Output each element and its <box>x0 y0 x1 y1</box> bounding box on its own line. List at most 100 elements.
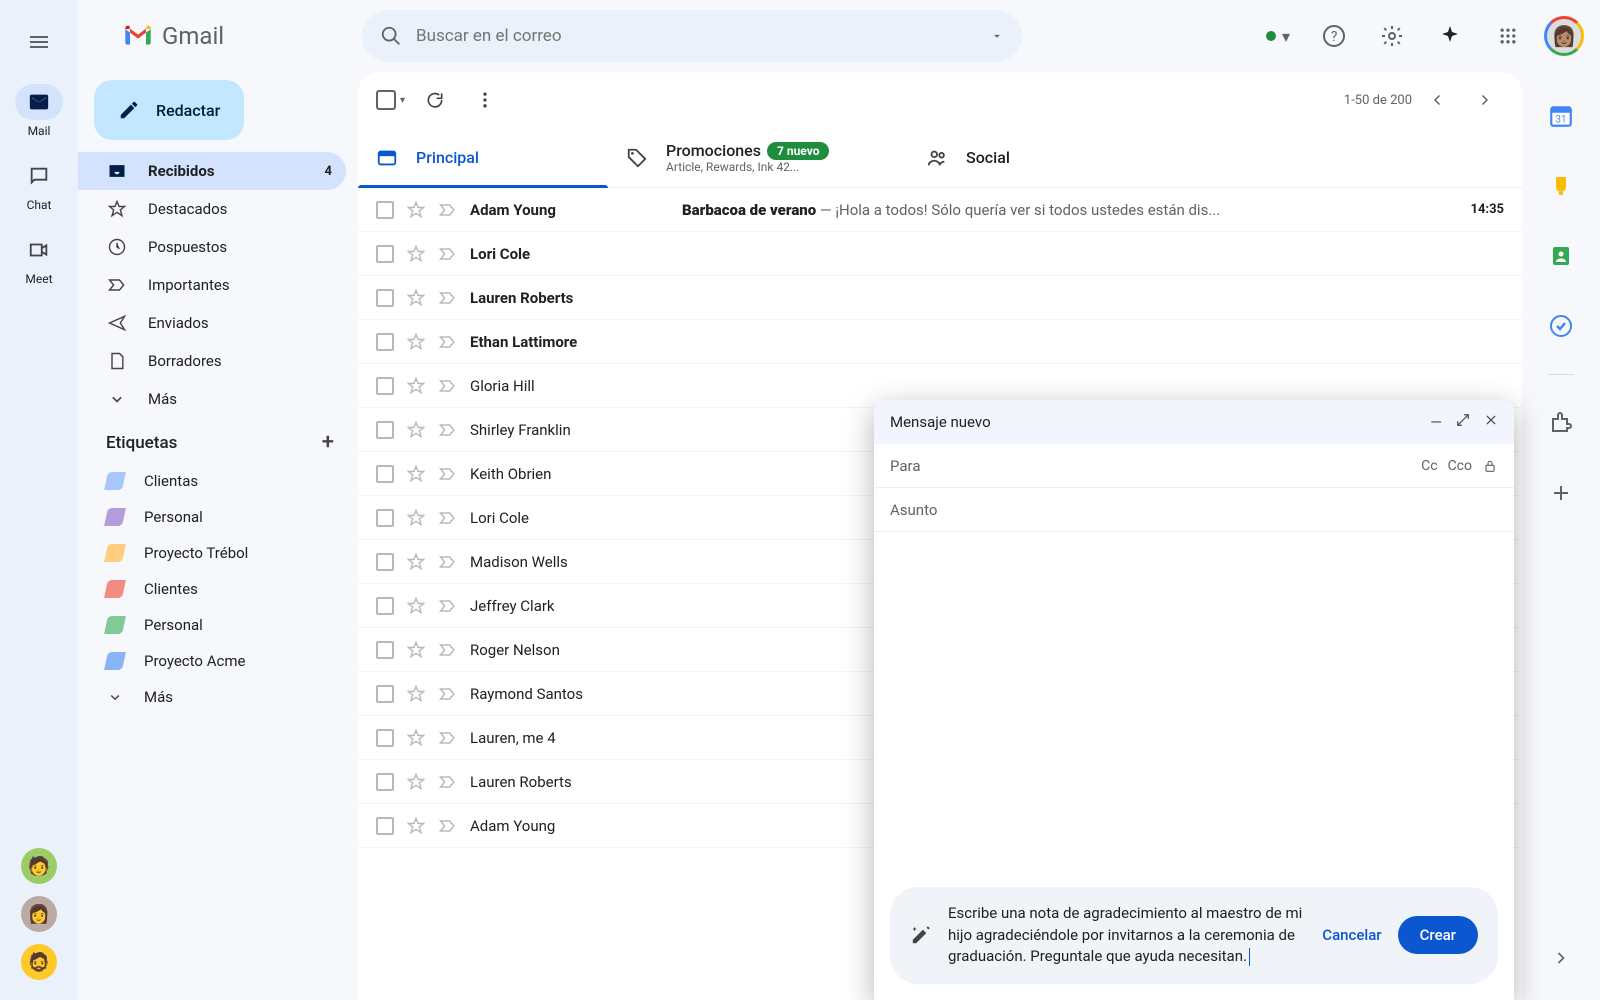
email-row[interactable]: Ethan Lattimore <box>358 320 1522 364</box>
row-checkbox[interactable] <box>376 377 394 395</box>
row-checkbox[interactable] <box>376 553 394 571</box>
minimize-button[interactable]: — <box>1430 413 1442 431</box>
nav-snoozed[interactable]: Pospuestos <box>78 228 346 266</box>
importance-marker[interactable] <box>438 288 458 308</box>
importance-marker[interactable] <box>438 332 458 352</box>
nav-more[interactable]: Más <box>78 380 346 418</box>
email-row[interactable]: Lori Cole <box>358 232 1522 276</box>
row-checkbox[interactable] <box>376 201 394 219</box>
status-indicator[interactable]: ▾ <box>1258 21 1298 52</box>
more-button[interactable] <box>465 80 505 120</box>
star-button[interactable] <box>406 640 426 660</box>
tab-promotions[interactable]: Promociones7 nuevo Article, Rewards, Ink… <box>608 128 908 187</box>
to-field[interactable]: Para Cc Cco <box>874 444 1514 488</box>
search-bar[interactable] <box>362 10 1022 62</box>
importance-marker[interactable] <box>438 420 458 440</box>
row-checkbox[interactable] <box>376 597 394 615</box>
label-item[interactable]: Personal <box>78 499 358 535</box>
compose-button[interactable]: Redactar <box>94 80 244 140</box>
row-checkbox[interactable] <box>376 509 394 527</box>
calendar-button[interactable]: 31 <box>1539 94 1583 138</box>
chat-avatar-3[interactable]: 🧔 <box>21 944 57 980</box>
importance-marker[interactable] <box>438 816 458 836</box>
next-page-button[interactable] <box>1464 80 1504 120</box>
chat-avatar-1[interactable]: 🧑 <box>21 848 57 884</box>
star-button[interactable] <box>406 728 426 748</box>
tasks-button[interactable] <box>1539 304 1583 348</box>
email-row[interactable]: Lauren Roberts <box>358 276 1522 320</box>
row-checkbox[interactable] <box>376 465 394 483</box>
compose-body[interactable] <box>874 532 1514 887</box>
importance-marker[interactable] <box>438 244 458 264</box>
importance-marker[interactable] <box>438 464 458 484</box>
star-button[interactable] <box>406 420 426 440</box>
star-button[interactable] <box>406 244 426 264</box>
nav-important[interactable]: Importantes <box>78 266 346 304</box>
row-checkbox[interactable] <box>376 421 394 439</box>
rail-meet[interactable]: Meet <box>15 232 63 286</box>
label-item[interactable]: Proyecto Acme <box>78 643 358 679</box>
row-checkbox[interactable] <box>376 773 394 791</box>
sparkle-button[interactable] <box>1428 14 1472 58</box>
tab-social[interactable]: Social <box>908 128 1158 187</box>
contacts-button[interactable] <box>1539 234 1583 278</box>
row-checkbox[interactable] <box>376 333 394 351</box>
row-checkbox[interactable] <box>376 729 394 747</box>
keep-button[interactable] <box>1539 164 1583 208</box>
row-checkbox[interactable] <box>376 817 394 835</box>
bcc-button[interactable]: Cco <box>1448 458 1472 474</box>
suggest-cancel-button[interactable]: Cancelar <box>1322 926 1381 944</box>
importance-marker[interactable] <box>438 200 458 220</box>
label-item[interactable]: Proyecto Trébol <box>78 535 358 571</box>
search-input[interactable] <box>416 26 976 46</box>
collapse-panel-button[interactable] <box>1539 936 1583 980</box>
settings-button[interactable] <box>1370 14 1414 58</box>
rail-chat[interactable]: Chat <box>15 158 63 212</box>
star-button[interactable] <box>406 376 426 396</box>
star-button[interactable] <box>406 552 426 572</box>
suggest-text[interactable]: Escribe una nota de agradecimiento al ma… <box>948 903 1306 968</box>
logo[interactable]: Gmail <box>94 20 354 52</box>
star-button[interactable] <box>406 508 426 528</box>
nav-inbox[interactable]: Recibidos4 <box>78 152 346 190</box>
refresh-button[interactable] <box>415 80 455 120</box>
star-button[interactable] <box>406 332 426 352</box>
importance-marker[interactable] <box>438 728 458 748</box>
compose-header[interactable]: Mensaje nuevo — <box>874 400 1514 444</box>
importance-marker[interactable] <box>438 552 458 572</box>
star-button[interactable] <box>406 596 426 616</box>
tab-primary[interactable]: Principal <box>358 128 608 187</box>
main-menu-button[interactable] <box>17 20 61 64</box>
get-addons-button[interactable] <box>1539 471 1583 515</box>
star-button[interactable] <box>406 464 426 484</box>
subject-field[interactable]: Asunto <box>874 488 1514 532</box>
row-checkbox[interactable] <box>376 289 394 307</box>
row-checkbox[interactable] <box>376 641 394 659</box>
importance-marker[interactable] <box>438 772 458 792</box>
account-avatar[interactable]: 👩🏽 <box>1544 16 1584 56</box>
row-checkbox[interactable] <box>376 685 394 703</box>
rail-mail[interactable]: Mail <box>15 84 63 138</box>
contacts-lock-button[interactable] <box>1482 458 1498 474</box>
star-button[interactable] <box>406 200 426 220</box>
apps-button[interactable] <box>1486 14 1530 58</box>
label-item[interactable]: Clientas <box>78 463 358 499</box>
chat-avatar-2[interactable]: 👩 <box>21 896 57 932</box>
email-row[interactable]: Adam Young Barbacoa de verano — ¡Hola a … <box>358 188 1522 232</box>
importance-marker[interactable] <box>438 640 458 660</box>
label-item[interactable]: Personal <box>78 607 358 643</box>
star-button[interactable] <box>406 772 426 792</box>
importance-marker[interactable] <box>438 508 458 528</box>
star-button[interactable] <box>406 684 426 704</box>
nav-drafts[interactable]: Borradores <box>78 342 346 380</box>
importance-marker[interactable] <box>438 376 458 396</box>
nav-sent[interactable]: Enviados <box>78 304 346 342</box>
prev-page-button[interactable] <box>1418 80 1458 120</box>
addons-button[interactable] <box>1539 401 1583 445</box>
importance-marker[interactable] <box>438 596 458 616</box>
suggest-create-button[interactable]: Crear <box>1398 916 1478 954</box>
labels-more[interactable]: Más <box>78 679 358 715</box>
close-button[interactable] <box>1484 413 1498 431</box>
help-button[interactable]: ? <box>1312 14 1356 58</box>
nav-starred[interactable]: Destacados <box>78 190 346 228</box>
